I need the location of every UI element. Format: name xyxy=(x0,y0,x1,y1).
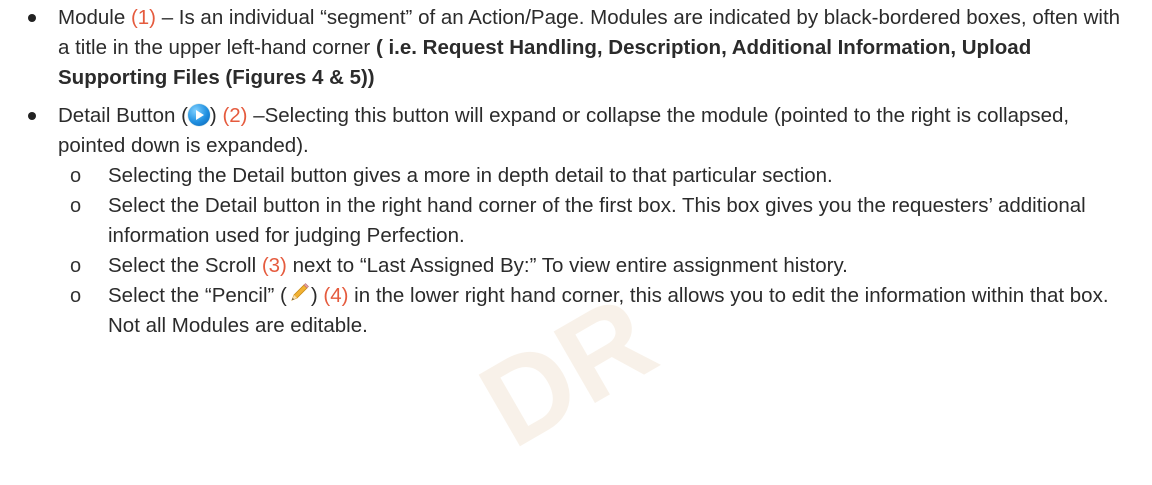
sub-item-first-box: o Select the Detail button in the right … xyxy=(0,191,1152,251)
sub-item-text: Select the “Pencil” ( xyxy=(108,284,287,307)
sub-item-detail-depth: o Selecting the Detail button gives a mo… xyxy=(0,161,1152,191)
reference-number: (2) xyxy=(222,104,248,127)
blue-play-icon xyxy=(187,104,210,126)
bullet-dot xyxy=(28,112,36,120)
bullet-detail-button: Detail Button () (2) –Selecting this but… xyxy=(0,101,1152,161)
sub-bullet-marker: o xyxy=(70,195,82,217)
paren-close: ) xyxy=(209,104,223,127)
sub-bullet-marker: o xyxy=(70,285,82,307)
sub-bullet-marker: o xyxy=(70,255,82,277)
reference-number: (1) xyxy=(130,6,156,29)
sub-item-text: Select the Detail button in the right ha… xyxy=(108,194,1086,247)
instruction-list: Module (1) – Is an individual “segment” … xyxy=(0,0,1152,341)
paren-close: ) xyxy=(310,284,324,307)
sub-item-text: Select the Scroll xyxy=(108,254,262,277)
pencil-icon xyxy=(291,283,309,301)
detail-button-term: Detail Button ( xyxy=(58,104,188,127)
reference-number: (3) xyxy=(261,254,287,277)
module-term: Module xyxy=(58,6,131,29)
sub-bullet-marker: o xyxy=(70,165,82,187)
sub-item-scroll: o Select the Scroll (3) next to “Last As… xyxy=(0,251,1152,281)
sub-item-pencil: o Select the “Pencil” ( ) (4) in the low… xyxy=(0,281,1152,341)
bullet-module: Module (1) – Is an individual “segment” … xyxy=(0,3,1152,93)
bullet-dot xyxy=(28,14,36,22)
sub-item-text: Selecting the Detail button gives a more… xyxy=(108,164,833,187)
reference-number: (4) xyxy=(323,284,349,307)
sub-item-text: next to “Last Assigned By:” To view enti… xyxy=(286,254,848,277)
